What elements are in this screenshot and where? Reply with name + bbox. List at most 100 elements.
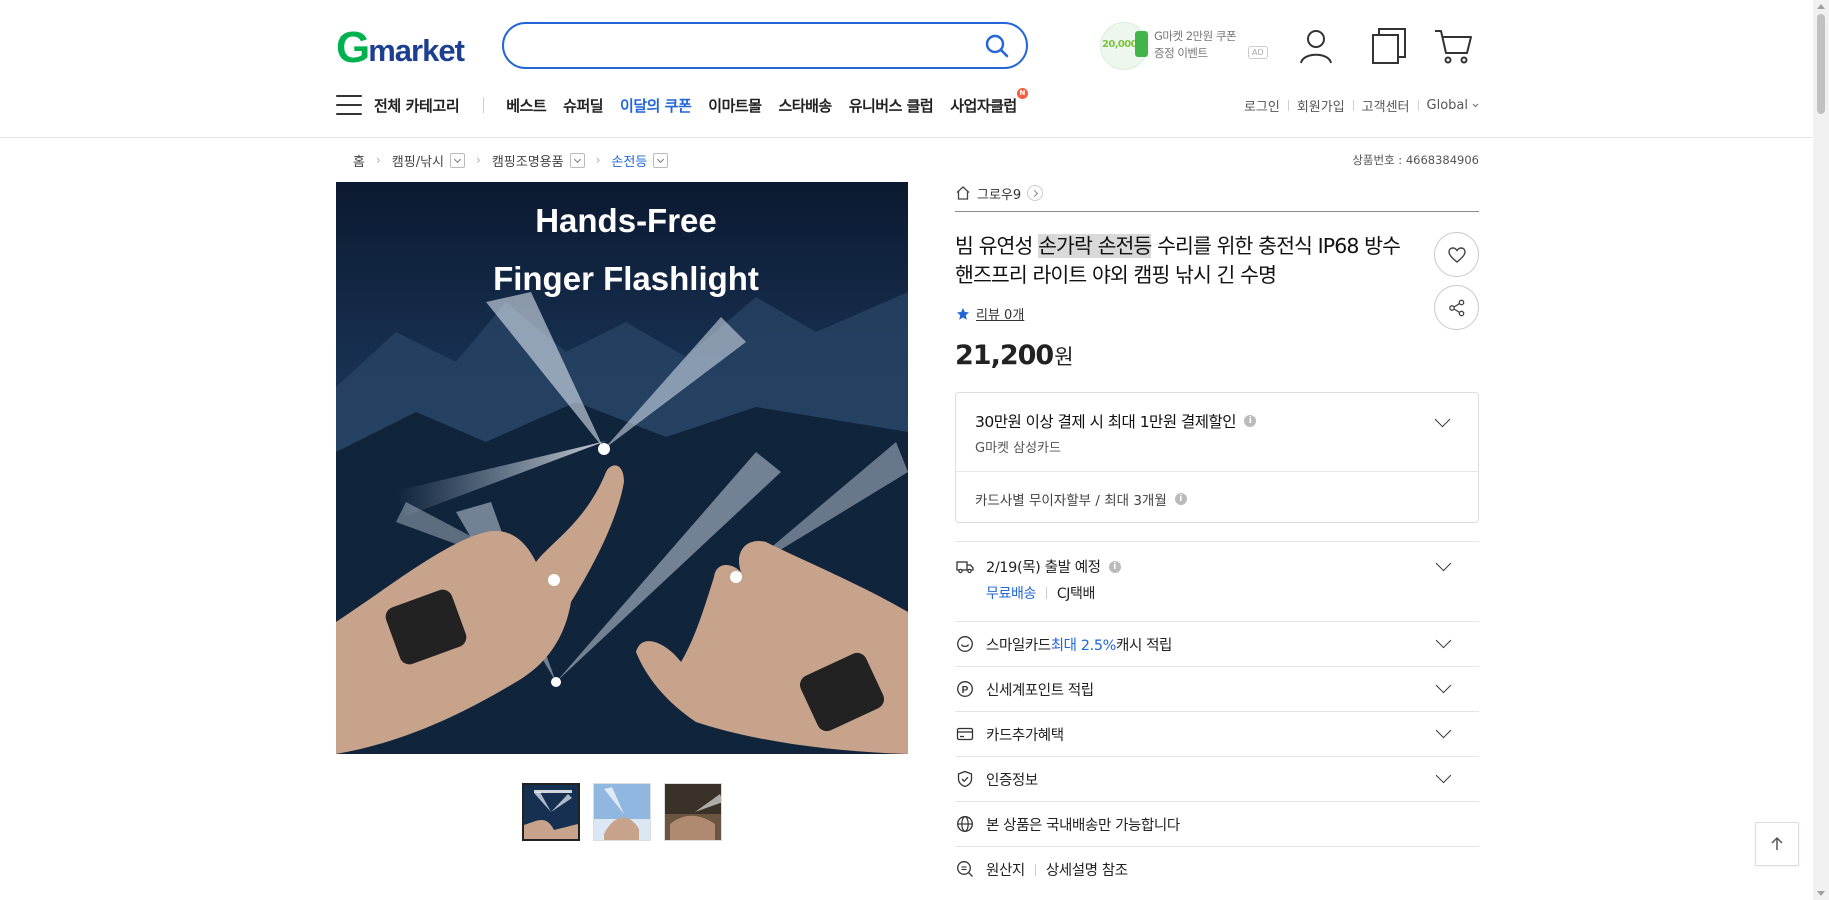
divider — [1034, 863, 1036, 876]
seller-shop-link[interactable]: 그로우9 — [955, 182, 1044, 204]
certification-label: 인증정보 — [986, 773, 1038, 789]
image-headline-1: Hands-Free — [535, 202, 717, 239]
product-main-image[interactable]: Hands-Free Finger Flashlight — [336, 182, 908, 754]
card-benefit-label: 카드추가혜택 — [986, 728, 1064, 744]
chevron-down-icon[interactable] — [1435, 555, 1452, 572]
info-icon[interactable]: i — [1108, 560, 1121, 573]
product-number: 상품번호 : 4668384906 — [1352, 153, 1479, 167]
site-header: G market 20,000 G마켓 2만원 쿠폰 증정 이벤트 AD 전체 … — [0, 0, 1829, 138]
my-page-user-icon[interactable] — [1296, 26, 1336, 66]
shinsegae-point-row[interactable]: P 신세계포인트 적립 — [955, 666, 1479, 711]
breadcrumb-camping-light[interactable]: 캠핑조명용품 — [492, 151, 564, 170]
price-currency: 원 — [1054, 345, 1074, 369]
share-icon — [1448, 299, 1464, 316]
coupon-promo-banner[interactable]: 20,000 G마켓 2만원 쿠폰 증정 이벤트 AD — [1100, 22, 1268, 70]
shinsegae-point-label: 신세계포인트 적립 — [986, 683, 1094, 699]
thumbnail-3[interactable] — [664, 783, 722, 841]
coupon-amount: 20,000 — [1102, 39, 1138, 50]
search-input[interactable] — [524, 32, 954, 59]
logo-text: market — [368, 33, 465, 68]
card-benefit-row[interactable]: 카드추가혜택 — [955, 711, 1479, 756]
info-icon[interactable]: i — [1174, 493, 1187, 505]
recent-items-icon[interactable] — [1369, 26, 1409, 66]
util-divider — [1287, 100, 1289, 111]
breadcrumb-dropdown-camping-light[interactable] — [569, 152, 585, 168]
review-count-link[interactable]: 리뷰 0개 — [976, 304, 1024, 323]
page-scrollbar[interactable] — [1813, 0, 1829, 900]
scrollbar-thumb[interactable] — [1817, 14, 1825, 114]
origin-info: 원산지 상세설명 참조 — [986, 859, 1128, 880]
login-link[interactable]: 로그인 — [1244, 96, 1280, 115]
smilecard-rate: 최대 2.5% — [1050, 638, 1117, 654]
free-shipping-label: 무료배송 — [986, 586, 1036, 602]
breadcrumb-flashlight[interactable]: 손전등 — [611, 151, 647, 170]
menu-icon[interactable] — [336, 95, 362, 115]
breadcrumb-camping[interactable]: 캠핑/낚시 — [392, 151, 444, 170]
thumbnail-1[interactable] — [522, 783, 580, 841]
promo-text: G마켓 2만원 쿠폰 증정 이벤트 — [1154, 28, 1237, 62]
search-icon[interactable] — [984, 33, 1010, 59]
certification-row[interactable]: 인증정보 — [955, 756, 1479, 801]
point-icon: P — [957, 681, 973, 697]
chevron-down-icon[interactable] — [1435, 767, 1452, 784]
scroll-down-arrow[interactable] — [1817, 891, 1825, 896]
globe-icon — [957, 816, 973, 832]
promo-line1: G마켓 2만원 쿠폰 — [1154, 29, 1237, 43]
breadcrumb-dropdown-flashlight[interactable] — [653, 152, 669, 168]
chevron-down-icon[interactable] — [1435, 722, 1452, 739]
arrow-up-icon — [1771, 836, 1783, 850]
favorite-button[interactable] — [1434, 232, 1479, 277]
nav-divider — [483, 97, 485, 113]
chevron-down-icon[interactable] — [1435, 632, 1452, 649]
divider — [1045, 587, 1047, 599]
smilecard-prefix: 스마일카드 — [986, 638, 1051, 654]
customer-center-link[interactable]: 고객센터 — [1362, 96, 1410, 115]
signup-link[interactable]: 회원가입 — [1297, 96, 1345, 115]
card-discount-box: 30만원 이상 결제 시 최대 1만원 결제할인 i G마켓 삼성카드 카드사별… — [955, 392, 1479, 523]
nav-business-club-label: 사업자클럽 — [950, 96, 1017, 115]
share-button[interactable] — [1434, 285, 1479, 330]
thumbnail-2[interactable] — [593, 783, 651, 841]
breadcrumb-home[interactable]: 홈 — [353, 151, 365, 170]
chevron-right-icon: › — [595, 153, 601, 167]
cart-icon[interactable] — [1433, 26, 1473, 66]
utility-links: 로그인 회원가입 고객센터 Global — [1244, 96, 1480, 115]
all-categories-button[interactable]: 전체 카테고리 — [374, 95, 460, 116]
chevron-down-icon[interactable] — [1434, 411, 1451, 428]
chevron-down-icon[interactable] — [1471, 101, 1480, 110]
promo-line2: 증정 이벤트 — [1154, 46, 1208, 60]
smilecard-row[interactable]: 스마일카드 최대 2.5% 캐시 적립 — [955, 621, 1479, 666]
domestic-shipping-label: 본 상품은 국내배송만 가능합니다 — [986, 818, 1180, 834]
coupon-tag-icon — [1135, 31, 1148, 57]
installment-info: 카드사별 무이자할부 / 최대 3개월 i — [975, 489, 1187, 509]
scroll-to-top-button[interactable] — [1755, 822, 1799, 866]
chevron-down-icon[interactable] — [1435, 677, 1452, 694]
delivery-date: 2/19(목) 출발 예정 i — [986, 556, 1121, 577]
nav-star-delivery[interactable]: 스타배송 — [778, 95, 832, 116]
scroll-up-arrow[interactable] — [1817, 4, 1825, 9]
main-nav: 전체 카테고리 베스트 슈퍼딜 이달의 쿠폰 이마트몰 스타배송 유니버스 클럽… — [336, 87, 1034, 120]
nav-best[interactable]: 베스트 — [506, 95, 546, 116]
origin-label: 원산지 — [986, 863, 1025, 879]
chevron-right-icon — [1027, 185, 1044, 201]
gmarket-logo[interactable]: G market — [336, 26, 465, 70]
courier-label: CJ택배 — [1056, 586, 1095, 602]
product-photo: Hands-Free Finger Flashlight — [336, 182, 908, 754]
delivery-date-text: 2/19(목) 출발 예정 — [986, 560, 1101, 576]
image-headline-2: Finger Flashlight — [493, 260, 759, 297]
product-title: 빔 유연성 손가락 손전등 수리를 위한 충전식 IP68 방수 핸즈프리 라이… — [955, 232, 1415, 290]
nav-superdeal[interactable]: 슈퍼딜 — [563, 95, 603, 116]
nav-monthly-coupon[interactable]: 이달의 쿠폰 — [620, 95, 692, 116]
delivery-row[interactable]: 2/19(목) 출발 예정 i 무료배송 CJ택배 — [955, 541, 1479, 621]
global-link[interactable]: Global — [1427, 98, 1468, 113]
info-icon[interactable]: i — [1244, 415, 1257, 427]
smilecard-suffix: 캐시 적립 — [1116, 638, 1173, 654]
util-divider — [1417, 100, 1419, 111]
domestic-shipping-row: 본 상품은 국내배송만 가능합니다 — [955, 801, 1479, 846]
benefit-rows: 2/19(목) 출발 예정 i 무료배송 CJ택배 스마일카드 최대 2.5% … — [955, 541, 1479, 891]
nav-emart-mall[interactable]: 이마트몰 — [708, 95, 762, 116]
nav-business-club[interactable]: 사업자클럽 N — [950, 87, 1028, 116]
nav-universe-club[interactable]: 유니버스 클럽 — [849, 95, 934, 116]
smilecard-cashback: 스마일카드 최대 2.5% 캐시 적립 — [986, 634, 1172, 655]
breadcrumb-dropdown-camping[interactable] — [450, 152, 466, 168]
